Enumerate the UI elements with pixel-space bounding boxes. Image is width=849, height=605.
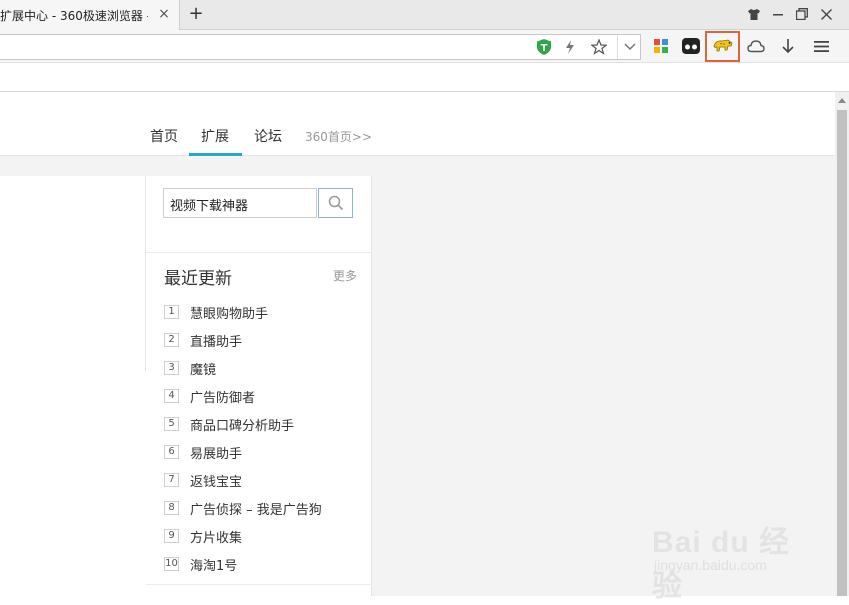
list-item[interactable]: 10 海淘1号 <box>164 550 364 578</box>
toolbar: T <box>0 30 849 63</box>
rank-badge: 8 <box>164 501 179 515</box>
nav-home[interactable]: 首页 <box>150 126 178 146</box>
svg-text:T: T <box>541 43 548 54</box>
nav-forum[interactable]: 论坛 <box>254 126 282 146</box>
baidu-jingyan-watermark: Bai du 经验 jingyan.baidu.com <box>650 505 820 603</box>
list-item[interactable]: 5 商品口碑分析助手 <box>164 410 364 438</box>
new-tab-button[interactable]: + <box>186 4 206 24</box>
list-item[interactable]: 4 广告防御者 <box>164 382 364 410</box>
nav-active-indicator <box>189 153 242 156</box>
item-label[interactable]: 海淘1号 <box>190 555 237 574</box>
item-label[interactable]: 商品口碑分析助手 <box>190 415 294 434</box>
bookmark-bar <box>0 63 849 92</box>
rank-badge: 7 <box>164 473 179 487</box>
section-divider <box>146 252 372 253</box>
rank-badge: 5 <box>164 417 179 431</box>
nav-360-home-link[interactable]: 360首页>> <box>305 128 372 145</box>
section-divider <box>146 584 372 585</box>
tab-close-button[interactable]: × <box>157 7 171 21</box>
item-label[interactable]: 广告侦探 – 我是广告狗 <box>190 499 322 518</box>
menu-icon[interactable] <box>811 37 831 55</box>
sidebar: 最近更新 更多 1 慧眼购物助手 2 直播助手 3 魔镜 4 广告防御者 5 商品口碑分析… <box>146 176 372 596</box>
cloud-icon[interactable] <box>746 37 766 55</box>
search-input[interactable] <box>170 194 310 214</box>
more-link[interactable]: 更多 <box>333 267 357 284</box>
rank-badge: 2 <box>164 333 179 347</box>
page-content: 首页 扩展 论坛 360首页>> 最近更新 更多 1 慧眼购物助手 2 直播助手 3… <box>0 92 835 603</box>
chevron-down-icon[interactable] <box>617 35 641 59</box>
rank-badge: 3 <box>164 361 179 375</box>
tab-bar: 扩展中心 - 360极速浏览器 - × + <box>0 0 849 30</box>
close-icon[interactable] <box>818 6 834 22</box>
rank-badge: 9 <box>164 529 179 543</box>
item-label[interactable]: 返钱宝宝 <box>190 471 242 490</box>
item-label[interactable]: 易展助手 <box>190 443 242 462</box>
list-item[interactable]: 1 慧眼购物助手 <box>164 298 364 326</box>
item-label[interactable]: 方片收集 <box>190 527 242 546</box>
download-icon[interactable] <box>779 37 797 55</box>
list-item[interactable]: 2 直播助手 <box>164 326 364 354</box>
main-content-panel <box>0 176 146 596</box>
site-header: 首页 扩展 论坛 360首页>> <box>0 92 835 156</box>
ad-shield-icon[interactable]: T <box>535 38 553 56</box>
star-icon[interactable] <box>590 38 608 56</box>
watermark-url: jingyan.baidu.com <box>654 557 767 573</box>
rank-badge: 10 <box>164 557 179 571</box>
mask-icon[interactable] <box>681 37 701 55</box>
list-item[interactable]: 3 魔镜 <box>164 354 364 382</box>
minimize-icon[interactable] <box>770 6 786 22</box>
item-label[interactable]: 魔镜 <box>190 359 216 378</box>
skin-icon[interactable] <box>746 6 762 22</box>
rank-badge: 6 <box>164 445 179 459</box>
list-item[interactable]: 6 易展助手 <box>164 438 364 466</box>
list-item[interactable]: 8 广告侦探 – 我是广告狗 <box>164 494 364 522</box>
lightning-icon[interactable] <box>562 39 578 55</box>
search-field[interactable] <box>163 188 317 218</box>
rank-badge: 1 <box>164 305 179 319</box>
search-button[interactable] <box>318 188 353 218</box>
scroll-up-arrow-icon[interactable] <box>835 92 849 108</box>
cheetah-extension-icon[interactable] <box>711 36 735 56</box>
item-label[interactable]: 广告防御者 <box>190 387 255 406</box>
recent-list: 1 慧眼购物助手 2 直播助手 3 魔镜 4 广告防御者 5 商品口碑分析助手 6 易展助手… <box>164 298 364 578</box>
item-label[interactable]: 直播助手 <box>190 331 242 350</box>
app-grid-icon[interactable] <box>652 37 670 55</box>
list-item[interactable]: 7 返钱宝宝 <box>164 466 364 494</box>
recent-updates-title: 最近更新 <box>164 269 232 289</box>
restore-icon[interactable] <box>794 6 810 22</box>
item-label[interactable]: 慧眼购物助手 <box>190 303 268 322</box>
browser-tab[interactable]: 扩展中心 - 360极速浏览器 - × <box>0 0 180 30</box>
rank-badge: 4 <box>164 389 179 403</box>
tab-title: 扩展中心 - 360极速浏览器 - <box>0 8 148 23</box>
search-icon <box>328 195 343 211</box>
address-input[interactable] <box>4 38 524 56</box>
scrollbar-thumb[interactable] <box>837 110 847 596</box>
nav-extensions[interactable]: 扩展 <box>201 126 229 146</box>
address-bar[interactable]: T <box>0 34 641 60</box>
list-item[interactable]: 9 方片收集 <box>164 522 364 550</box>
